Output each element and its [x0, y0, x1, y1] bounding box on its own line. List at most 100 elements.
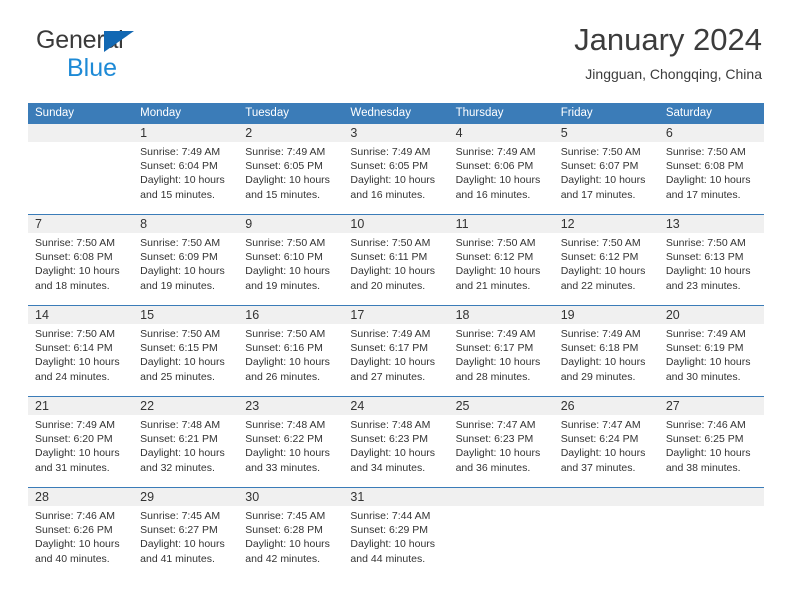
week-detail-row: Sunrise: 7:49 AM Sunset: 6:04 PM Daylight:…	[28, 142, 764, 215]
daylight-text: Daylight: 10 hours and 26 minutes.	[245, 356, 330, 383]
sunrise-text: Sunrise: 7:49 AM	[455, 328, 536, 340]
weekday-header-saturday: Saturday	[658, 103, 764, 124]
daylight-text: Daylight: 10 hours and 16 minutes.	[455, 174, 541, 201]
day-number-cell[interactable]: 15	[133, 305, 239, 324]
day-sun-info: Sunrise: 7:50 AM Sunset: 6:12 PM Daylight:…	[554, 233, 659, 293]
day-detail-cell[interactable]: Sunrise: 7:50 AM Sunset: 6:16 PM Daylight:…	[238, 324, 344, 397]
day-number-cell[interactable]: 20	[658, 305, 764, 324]
day-detail-cell[interactable]: Sunrise: 7:50 AM Sunset: 6:09 PM Daylight:…	[133, 233, 239, 306]
day-detail-cell[interactable]: Sunrise: 7:48 AM Sunset: 6:22 PM Daylight:…	[238, 415, 344, 488]
sunrise-text: Sunrise: 7:46 AM	[35, 510, 115, 522]
day-detail-cell[interactable]: Sunrise: 7:49 AM Sunset: 6:05 PM Daylight:…	[238, 142, 344, 215]
sunrise-text: Sunrise: 7:49 AM	[665, 328, 746, 340]
day-number-cell[interactable]: 27	[658, 396, 764, 415]
day-detail-cell[interactable]: Sunrise: 7:50 AM Sunset: 6:08 PM Daylight:…	[28, 233, 134, 306]
daylight-text: Daylight: 10 hours and 17 minutes.	[560, 174, 646, 201]
sunset-text: Sunset: 6:20 PM	[35, 433, 113, 446]
day-detail-cell[interactable]: Sunrise: 7:50 AM Sunset: 6:11 PM Daylight:…	[343, 233, 449, 306]
day-number-cell[interactable]: 19	[553, 305, 659, 324]
day-sun-info: Sunrise: 7:50 AM Sunset: 6:11 PM Daylight:…	[343, 233, 448, 293]
title-block: January 2024 Jingguan, Chongqing, China	[574, 22, 762, 84]
day-number-cell[interactable]: 24	[343, 396, 449, 415]
day-number: 26	[560, 399, 575, 413]
daylight-text: Daylight: 10 hours and 27 minutes.	[350, 356, 436, 383]
day-number: 10	[350, 217, 365, 231]
day-number-cell[interactable]: 26	[553, 396, 659, 415]
day-number-cell[interactable]: 8	[133, 214, 239, 233]
day-detail-cell[interactable]: Sunrise: 7:44 AM Sunset: 6:29 PM Daylight:…	[343, 506, 449, 578]
day-detail-cell[interactable]: Sunrise: 7:49 AM Sunset: 6:18 PM Daylight:…	[553, 324, 659, 397]
day-number-cell[interactable]: 12	[553, 214, 659, 233]
day-number-cell[interactable]: 5	[553, 124, 659, 142]
day-detail-cell[interactable]: Sunrise: 7:49 AM Sunset: 6:05 PM Daylight:…	[343, 142, 449, 215]
day-detail-cell[interactable]: Sunrise: 7:48 AM Sunset: 6:21 PM Daylight:…	[133, 415, 239, 488]
empty-day-cell	[658, 487, 764, 506]
day-detail-cell[interactable]: Sunrise: 7:49 AM Sunset: 6:17 PM Daylight:…	[448, 324, 554, 397]
day-sun-info: Sunrise: 7:50 AM Sunset: 6:09 PM Daylight:…	[133, 233, 238, 293]
day-number: 30	[245, 490, 260, 504]
day-detail-cell[interactable]: Sunrise: 7:49 AM Sunset: 6:20 PM Daylight:…	[28, 415, 134, 488]
day-detail-cell[interactable]: Sunrise: 7:50 AM Sunset: 6:10 PM Daylight:…	[238, 233, 344, 306]
sunrise-text: Sunrise: 7:50 AM	[245, 328, 326, 340]
day-number-cell[interactable]: 14	[28, 305, 134, 324]
day-number-cell[interactable]: 30	[238, 487, 344, 506]
day-detail-cell[interactable]: Sunrise: 7:46 AM Sunset: 6:26 PM Daylight:…	[28, 506, 134, 578]
day-detail-cell[interactable]: Sunrise: 7:49 AM Sunset: 6:06 PM Daylight:…	[448, 142, 554, 215]
weekday-header-sunday: Sunday	[28, 103, 134, 124]
day-number: 15	[140, 308, 155, 322]
sunrise-text: Sunrise: 7:48 AM	[245, 419, 326, 431]
day-sun-info: Sunrise: 7:50 AM Sunset: 6:13 PM Daylight:…	[659, 233, 764, 293]
day-detail-cell[interactable]: Sunrise: 7:50 AM Sunset: 6:08 PM Daylight:…	[658, 142, 764, 215]
day-number-cell[interactable]: 17	[343, 305, 449, 324]
day-number-cell[interactable]: 11	[448, 214, 554, 233]
sunset-text: Sunset: 6:15 PM	[140, 342, 218, 355]
day-number-cell[interactable]: 22	[133, 396, 239, 415]
daylight-text: Daylight: 10 hours and 19 minutes.	[140, 265, 225, 292]
day-detail-cell[interactable]: Sunrise: 7:47 AM Sunset: 6:23 PM Daylight:…	[448, 415, 554, 488]
day-detail-cell[interactable]: Sunrise: 7:47 AM Sunset: 6:24 PM Daylight:…	[553, 415, 659, 488]
day-number-cell[interactable]: 6	[658, 124, 764, 142]
day-detail-cell[interactable]: Sunrise: 7:50 AM Sunset: 6:07 PM Daylight:…	[553, 142, 659, 215]
day-number: 7	[35, 217, 42, 231]
day-number-cell[interactable]: 25	[448, 396, 554, 415]
day-detail-cell[interactable]: Sunrise: 7:50 AM Sunset: 6:14 PM Daylight:…	[28, 324, 134, 397]
day-number-cell[interactable]: 2	[238, 124, 344, 142]
triangle-icon	[104, 31, 134, 52]
day-detail-cell[interactable]: Sunrise: 7:46 AM Sunset: 6:25 PM Daylight:…	[658, 415, 764, 488]
sunrise-text: Sunrise: 7:48 AM	[140, 419, 221, 431]
day-number-cell[interactable]: 13	[658, 214, 764, 233]
day-sun-info: Sunrise: 7:49 AM Sunset: 6:06 PM Daylight:…	[449, 142, 554, 202]
daylight-text: Daylight: 10 hours and 24 minutes.	[35, 356, 120, 383]
day-detail-cell[interactable]: Sunrise: 7:50 AM Sunset: 6:12 PM Daylight:…	[553, 233, 659, 306]
day-detail-cell[interactable]: Sunrise: 7:50 AM Sunset: 6:12 PM Daylight:…	[448, 233, 554, 306]
day-detail-cell[interactable]: Sunrise: 7:45 AM Sunset: 6:27 PM Daylight:…	[133, 506, 239, 578]
day-number-cell[interactable]: 10	[343, 214, 449, 233]
sunrise-text: Sunrise: 7:50 AM	[665, 237, 746, 249]
day-number-cell[interactable]: 23	[238, 396, 344, 415]
week-detail-row: Sunrise: 7:50 AM Sunset: 6:14 PM Daylight:…	[28, 324, 764, 397]
sunset-text: Sunset: 6:06 PM	[455, 160, 534, 173]
brand-logo[interactable]: General Blue	[36, 28, 236, 81]
day-detail-cell[interactable]: Sunrise: 7:49 AM Sunset: 6:04 PM Daylight:…	[133, 142, 239, 215]
day-detail-cell[interactable]: Sunrise: 7:50 AM Sunset: 6:13 PM Daylight:…	[658, 233, 764, 306]
weekday-header-wednesday: Wednesday	[343, 103, 449, 124]
day-sun-info: Sunrise: 7:48 AM Sunset: 6:23 PM Daylight:…	[343, 415, 448, 475]
day-detail-cell[interactable]: Sunrise: 7:49 AM Sunset: 6:17 PM Daylight:…	[343, 324, 449, 397]
day-number-cell[interactable]: 31	[343, 487, 449, 506]
day-number-cell[interactable]: 9	[238, 214, 344, 233]
day-number-cell[interactable]: 4	[448, 124, 554, 142]
day-number: 11	[455, 217, 469, 231]
day-number-cell[interactable]: 28	[28, 487, 134, 506]
day-number-cell[interactable]: 16	[238, 305, 344, 324]
week-daynum-row: 7 8 9 10 11 12 13	[28, 214, 764, 233]
day-number-cell[interactable]: 21	[28, 396, 134, 415]
day-detail-cell[interactable]: Sunrise: 7:48 AM Sunset: 6:23 PM Daylight:…	[343, 415, 449, 488]
day-number-cell[interactable]: 7	[28, 214, 134, 233]
day-number-cell[interactable]: 1	[133, 124, 239, 142]
day-number-cell[interactable]: 18	[448, 305, 554, 324]
day-detail-cell[interactable]: Sunrise: 7:49 AM Sunset: 6:19 PM Daylight:…	[658, 324, 764, 397]
day-detail-cell[interactable]: Sunrise: 7:45 AM Sunset: 6:28 PM Daylight:…	[238, 506, 344, 578]
day-detail-cell[interactable]: Sunrise: 7:50 AM Sunset: 6:15 PM Daylight:…	[133, 324, 239, 397]
day-number-cell[interactable]: 3	[343, 124, 449, 142]
day-number-cell[interactable]: 29	[133, 487, 239, 506]
